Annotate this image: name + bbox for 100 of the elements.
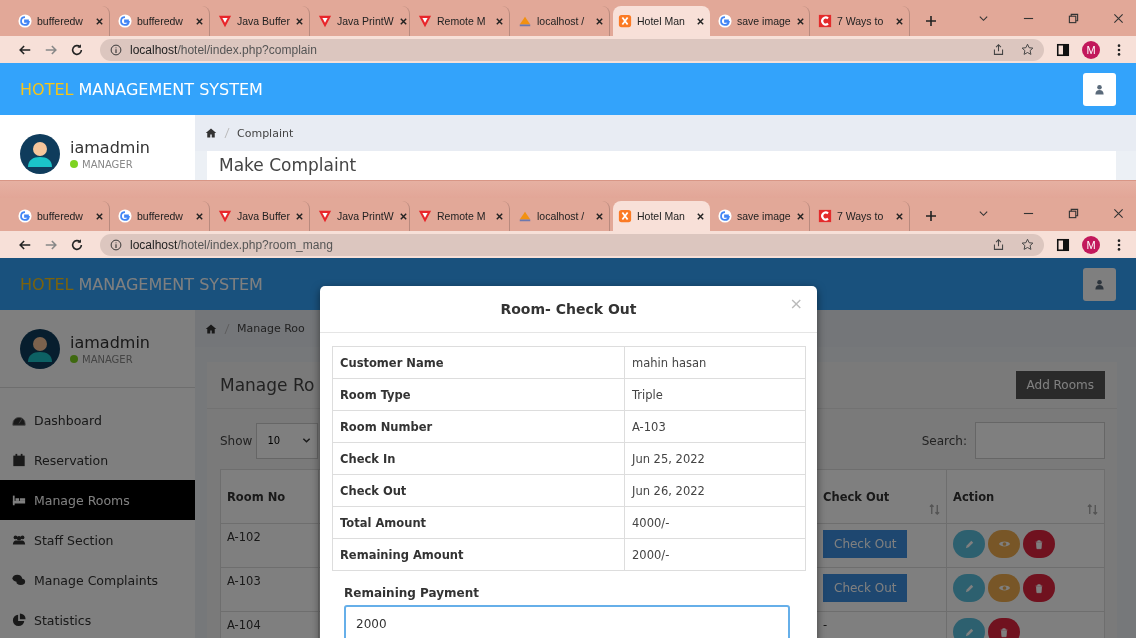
avatar-silhouette [20,328,60,369]
tab-title: Java PrintW [337,210,394,222]
tab-title: bufferedw [37,210,84,222]
triangle-logo-icon [418,14,432,28]
delete-button[interactable] [1023,530,1055,558]
plus-icon[interactable] [925,15,937,27]
close-icon[interactable] [595,211,604,221]
detail-label: Room Type [340,387,411,402]
detail-value: Triple [632,387,663,402]
tab-title: localhost / [537,210,586,222]
address-bar[interactable]: localhost/hotel/index.php?complain [100,38,1044,61]
detail-value: A-103 [632,419,666,434]
sidebar-item[interactable]: Staff Section [0,520,195,560]
detail-label: Check Out [340,483,407,498]
brand-title: HOTEL MANAGEMENT SYSTEM [20,274,263,294]
search-label: Search: [921,433,967,448]
sail-logo-icon [518,209,532,223]
tab-title: 7 Ways to [837,15,885,27]
close-icon[interactable] [95,16,104,26]
close-icon[interactable] [295,211,304,221]
profile-avatar[interactable]: M [1082,40,1100,59]
column-header[interactable]: Room No [221,469,319,524]
share-icon[interactable] [992,43,1005,56]
restore-icon[interactable] [1068,208,1079,219]
close-icon[interactable] [1113,208,1124,219]
close-icon[interactable] [595,16,604,26]
close-icon[interactable] [895,16,904,26]
x-logo-icon [618,209,632,223]
breadcrumb-text[interactable]: Complaint [237,126,294,140]
browser-tab[interactable]: Hotel Man [613,201,710,231]
page-length-select[interactable]: 10 [256,422,319,459]
user-button[interactable] [1083,267,1116,301]
user-name: iamadmin [70,332,150,352]
sidebar-item[interactable]: Manage Complaints [0,560,195,600]
slash-icon [224,322,230,335]
profile-avatar[interactable]: M [1082,235,1100,254]
table-cell: - [823,618,828,632]
chevron-down-icon[interactable] [978,208,989,219]
card-title: Make Complaint [219,155,357,175]
triangle-logo-icon [218,14,232,28]
star-icon[interactable] [1021,238,1034,251]
sidebar-item[interactable]: Manage Rooms [0,480,195,520]
home-icon[interactable] [205,127,217,139]
g-logo-icon [118,209,132,223]
add-rooms-button[interactable]: Add Rooms [1015,371,1105,399]
close-icon[interactable] [696,211,705,221]
reload-icon[interactable] [70,42,84,57]
address-bar[interactable]: localhost/hotel/index.php?room_mang [100,233,1044,256]
close-icon[interactable] [95,211,104,221]
side-panel-icon[interactable] [1056,237,1070,252]
share-icon[interactable] [992,238,1005,251]
chevron-down-icon[interactable] [978,13,989,24]
close-icon[interactable] [398,211,408,221]
tab-title: localhost / [537,15,586,27]
plus-icon[interactable] [925,210,937,222]
close-icon[interactable] [895,211,904,221]
users-icon [12,533,26,547]
browser-tab[interactable]: Hotel Man [613,6,710,36]
pie-icon [12,613,26,627]
tab-title: bufferedw [137,210,184,222]
close-icon[interactable] [295,16,304,26]
close-icon[interactable] [195,211,204,221]
tab-title: Java PrintW [337,15,394,27]
user-button[interactable] [1083,72,1116,106]
star-icon[interactable] [1021,43,1034,56]
user-icon [1094,278,1105,290]
tab-title: Hotel Man [637,210,686,222]
triangle-logo-icon [318,14,332,28]
restore-icon[interactable] [1068,13,1079,24]
tab-title: Java Buffer [237,210,290,222]
close-icon[interactable] [795,16,805,26]
tab-title: bufferedw [37,15,84,27]
c-logo-icon [818,14,832,28]
detail-value: Jun 25, 2022 [632,451,705,466]
delete-button[interactable] [1023,574,1055,602]
tab-title: 7 Ways to [837,210,885,222]
search-field[interactable] [975,422,1105,459]
comments-icon [12,573,26,587]
g-logo-icon [18,209,32,223]
close-icon[interactable] [1113,13,1124,24]
close-icon[interactable] [195,16,204,26]
delete-button[interactable] [988,618,1020,638]
tab-title: save image [737,15,791,27]
g-logo-icon [118,14,132,28]
remaining-payment-field[interactable]: 2000 [344,605,790,638]
side-panel-icon[interactable] [1056,42,1070,57]
close-icon[interactable] [795,211,805,221]
close-icon[interactable] [495,211,504,221]
close-icon[interactable] [696,16,705,26]
column-header[interactable]: Action [947,469,1105,524]
tab-title: bufferedw [137,15,184,27]
eye-icon [997,583,1011,593]
sidebar-item[interactable]: Dashboard [0,400,195,440]
detail-value: mahin hasan [632,355,707,370]
sidebar-item[interactable]: Reservation [0,440,195,480]
close-icon[interactable] [495,16,504,26]
close-icon[interactable] [398,16,408,26]
sidebar-item[interactable]: Statistics [0,600,195,638]
reload-icon[interactable] [70,237,84,252]
breadcrumb-text[interactable]: Manage Roo [237,322,305,335]
